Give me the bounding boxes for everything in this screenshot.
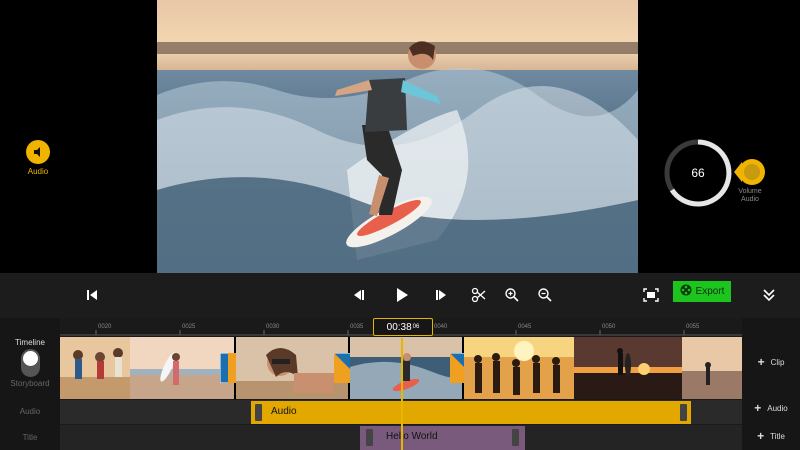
add-clip-button[interactable]: + Clip [742,352,800,372]
ruler-tick-label: 0055 [686,324,700,330]
volume-knob-handle[interactable] [734,158,766,186]
volume-label: Volume Audio [738,188,762,203]
playback-toolbar: Export [0,273,800,318]
volume-dial[interactable]: 66 [662,137,734,209]
audio-track-label: Audio [19,407,41,416]
previous-frame-icon[interactable] [346,282,372,308]
zoom-out-icon[interactable] [532,282,558,308]
title-track-label: Title [22,433,38,442]
zoom-in-icon[interactable] [499,282,525,308]
volume-value: 66 [691,166,705,180]
title-clip[interactable]: Hello World [360,426,525,450]
video-clip[interactable] [60,337,130,399]
skip-to-start-icon[interactable] [79,282,105,308]
storyboard-mode-label: Storyboard [10,379,50,388]
add-title-button[interactable]: + Title [742,426,800,446]
audio-toggle-label: Audio [27,167,49,176]
timeline-mode-label: Timeline [15,338,45,347]
ruler-tick-label: 0050 [602,324,616,330]
ruler-tick-label: 0025 [182,324,196,330]
playhead-line[interactable] [401,338,403,450]
plus-icon: + [754,401,762,415]
title-clip-label: Hello World [386,431,438,442]
playhead-timecode[interactable]: 00:38 06 [373,318,433,336]
plus-icon: + [757,429,765,443]
audio-clip-left-handle[interactable] [255,404,262,421]
ruler-tick-label: 0020 [98,324,112,330]
export-button[interactable]: Export [673,281,731,302]
track-labels-column: Timeline Storyboard Audio Title [0,318,60,450]
play-icon[interactable] [389,282,415,308]
ruler-tick-label: 0035 [350,324,364,330]
collapse-icon[interactable] [756,282,782,308]
video-clip[interactable] [574,337,682,399]
video-preview[interactable] [157,0,638,273]
film-reel-icon [680,284,692,299]
speaker-icon [26,140,50,164]
title-clip-left-handle[interactable] [366,429,373,446]
video-clip[interactable] [350,337,462,399]
preview-area: Audio 66 Volume Audio [0,0,800,273]
ruler-tick-label: 0040 [434,324,448,330]
add-track-actions: + Clip + Audio + Title [742,318,800,450]
fit-screen-icon[interactable] [638,282,664,308]
split-icon[interactable] [466,282,492,308]
audio-clip-label: Audio [271,406,297,417]
title-clip-right-handle[interactable] [512,429,519,446]
video-clip[interactable] [464,337,574,399]
timeline-panel: Timeline Storyboard Audio Title 0020 002… [0,318,800,450]
ruler-tick-label: 0045 [518,324,532,330]
timeline-storyboard-switch[interactable] [21,349,40,377]
audio-toggle-button[interactable]: Audio [24,140,52,176]
video-clip[interactable] [130,337,234,399]
audio-clip-right-handle[interactable] [680,404,687,421]
video-clip[interactable] [682,337,742,399]
next-frame-icon[interactable] [428,282,454,308]
export-label: Export [695,286,725,297]
plus-icon: + [757,355,765,369]
audio-clip[interactable]: Audio [251,401,691,424]
ruler-tick-label: 0030 [266,324,280,330]
video-clip[interactable] [236,337,348,399]
add-audio-button[interactable]: + Audio [742,398,800,418]
